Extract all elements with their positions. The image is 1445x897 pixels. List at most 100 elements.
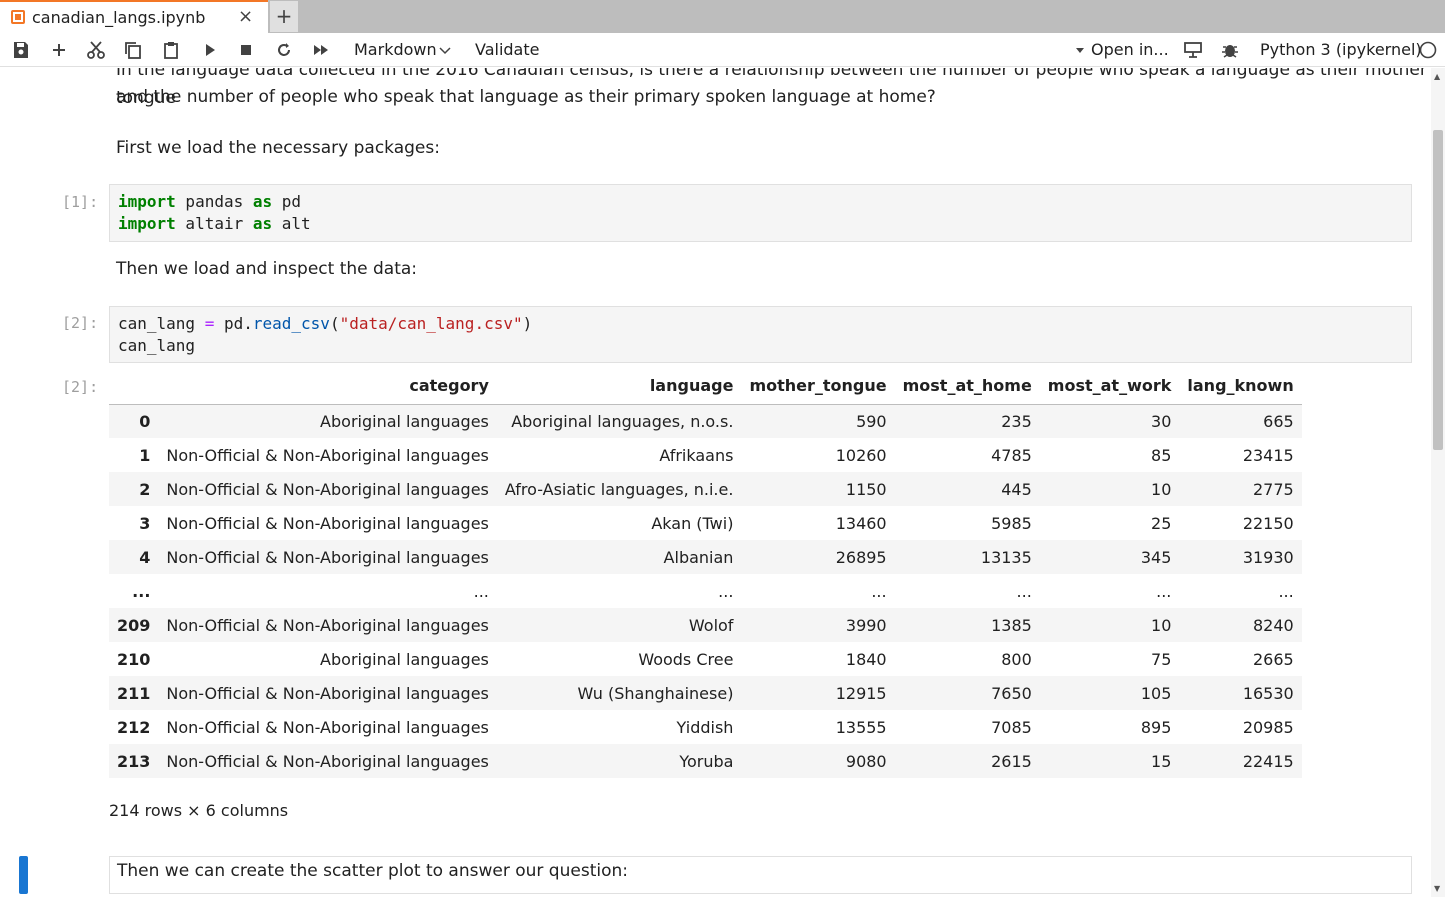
table-cell-most-at-work: 10 xyxy=(1151,615,1172,635)
add-cell-icon[interactable] xyxy=(49,40,69,60)
active-cell-indicator[interactable] xyxy=(19,856,28,894)
table-row: 213 Non-Official & Non-Aboriginal languag… xyxy=(109,744,1302,778)
code-text: pd xyxy=(272,192,302,211)
code-cell-imports[interactable]: import pandas as pd import altair as alt xyxy=(109,184,1412,242)
notebook-icon xyxy=(11,10,25,24)
code-text: can_lang xyxy=(118,314,205,333)
table-cell-category: Non-Official & Non-Aboriginal languages xyxy=(166,751,489,771)
scatter-intro-text: Then we can create the scatter plot to a… xyxy=(117,861,628,881)
debugger-icon[interactable] xyxy=(1220,40,1240,60)
code-text: pd. xyxy=(214,314,253,333)
paste-icon[interactable] xyxy=(161,40,181,60)
table-cell-lang-known: 8240 xyxy=(1253,615,1294,635)
code-text: ( xyxy=(329,314,340,333)
code-function: read_csv xyxy=(252,314,330,333)
table-cell-language: Afro-Asiatic languages, n.i.e. xyxy=(504,479,734,499)
row-index: 213 xyxy=(117,751,151,771)
markdown-cell-scatter-intro[interactable]: Then we can create the scatter plot to a… xyxy=(109,856,1412,894)
presentation-icon[interactable] xyxy=(1183,40,1203,60)
table-cell-language: Woods Cree xyxy=(638,649,734,669)
column-header-lang-known: lang_known xyxy=(1179,368,1302,405)
table-cell-category: Non-Official & Non-Aboriginal languages xyxy=(166,717,489,737)
scroll-up-icon[interactable]: ▲ xyxy=(1434,72,1440,81)
table-cell-most-at-work: 895 xyxy=(1140,717,1172,737)
table-cell-most-at-home: 7085 xyxy=(991,717,1032,737)
cell-type-select[interactable]: Markdown xyxy=(354,40,437,59)
save-icon[interactable] xyxy=(11,40,31,60)
table-cell-lang-known: 31930 xyxy=(1242,547,1294,567)
cell-prompt-1: [1]: xyxy=(62,193,99,211)
table-cell-mother-tongue: 10260 xyxy=(835,445,887,465)
table-cell-most-at-home: 235 xyxy=(1001,411,1032,431)
code-keyword: import xyxy=(118,214,176,233)
column-header-category: category xyxy=(158,368,497,405)
kernel-name[interactable]: Python 3 (ipykernel) xyxy=(1260,40,1422,59)
code-cell-read-csv[interactable]: can_lang = pd.read_csv("data/can_lang.cs… xyxy=(109,306,1412,363)
kernel-status-icon xyxy=(1419,41,1437,59)
code-text: alt xyxy=(272,214,311,233)
table-cell-mother-tongue: 590 xyxy=(856,411,887,431)
chevron-down-icon[interactable] xyxy=(437,42,453,58)
row-index: 3 xyxy=(139,513,151,533)
tab-title[interactable]: canadian_langs.ipynb xyxy=(32,8,205,27)
table-cell-language: Yiddish xyxy=(676,717,734,737)
code-line-import-pandas: import pandas as pd xyxy=(118,191,1403,213)
copy-icon[interactable] xyxy=(123,40,143,60)
table-row: 209 Non-Official & Non-Aboriginal languag… xyxy=(109,608,1302,642)
table-cell-most-at-work: 75 xyxy=(1151,649,1172,669)
table-cell-lang-known: 16530 xyxy=(1242,683,1294,703)
row-index: 0 xyxy=(139,411,151,431)
table-cell-most-at-work: 85 xyxy=(1151,445,1172,465)
table-row: 2 Non-Official & Non-Aboriginal languages… xyxy=(109,472,1302,506)
table-cell-category: Non-Official & Non-Aboriginal languages xyxy=(166,615,489,635)
row-index: 212 xyxy=(117,717,151,737)
table-cell-language: Wolof xyxy=(688,615,734,635)
table-cell-mother-tongue: 1840 xyxy=(845,649,887,669)
notebook-tab[interactable]: canadian_langs.ipynb × xyxy=(0,0,268,33)
column-header-most-at-work: most_at_work xyxy=(1039,368,1180,405)
table-cell-lang-known: 22150 xyxy=(1242,513,1294,533)
cell-prompt-2-in: [2]: xyxy=(62,314,99,332)
table-cell-most-at-work: ... xyxy=(1156,581,1172,601)
notebook-panel: In the language data collected in the 20… xyxy=(0,68,1430,897)
code-keyword: as xyxy=(252,214,273,233)
table-cell-mother-tongue: 13460 xyxy=(835,513,887,533)
table-cell-most-at-work: 10 xyxy=(1151,479,1172,499)
code-operator: = xyxy=(204,314,215,333)
close-icon[interactable]: × xyxy=(238,6,253,27)
table-cell-category: ... xyxy=(473,581,489,601)
table-cell-mother-tongue: 9080 xyxy=(845,751,887,771)
table-cell-lang-known: 2665 xyxy=(1253,649,1294,669)
table-row: 4 Non-Official & Non-Aboriginal languages… xyxy=(109,540,1302,574)
validate-button[interactable]: Validate xyxy=(475,40,539,59)
table-cell-most-at-home: 445 xyxy=(1001,479,1032,499)
cut-icon[interactable] xyxy=(86,40,106,60)
code-text: ) xyxy=(522,314,533,333)
scroll-down-icon[interactable]: ▼ xyxy=(1434,884,1440,893)
table-cell-category: Non-Official & Non-Aboriginal languages xyxy=(166,445,489,465)
tab-bar: canadian_langs.ipynb × + xyxy=(0,0,1445,33)
run-all-icon[interactable] xyxy=(311,40,331,60)
table-cell-language: Yoruba xyxy=(679,751,734,771)
table-cell-mother-tongue: ... xyxy=(871,581,887,601)
index-header xyxy=(109,368,159,405)
column-header-language: language xyxy=(496,368,742,405)
stop-icon[interactable] xyxy=(236,40,256,60)
table-cell-mother-tongue: 3990 xyxy=(845,615,887,635)
new-tab-button[interactable]: + xyxy=(270,1,298,32)
run-icon[interactable] xyxy=(200,40,220,60)
open-in-button[interactable]: Open in... xyxy=(1091,40,1169,59)
caret-down-icon[interactable] xyxy=(1074,46,1086,56)
code-keyword: import xyxy=(118,192,176,211)
table-cell-most-at-work: 30 xyxy=(1151,411,1172,431)
column-header-mother-tongue: mother_tongue xyxy=(741,368,895,405)
table-row: 3 Non-Official & Non-Aboriginal languages… xyxy=(109,506,1302,540)
code-line-display: can_lang xyxy=(118,336,196,355)
table-row: 212 Non-Official & Non-Aboriginal languag… xyxy=(109,710,1302,744)
row-index: 4 xyxy=(139,547,151,567)
code-line-read-csv: can_lang = pd.read_csv("data/can_lang.cs… xyxy=(118,313,1403,335)
table-cell-most-at-work: 345 xyxy=(1140,547,1172,567)
restart-icon[interactable] xyxy=(274,40,294,60)
vertical-scrollbar[interactable]: ▲ ▼ xyxy=(1431,68,1445,897)
scrollbar-thumb[interactable] xyxy=(1433,130,1443,450)
